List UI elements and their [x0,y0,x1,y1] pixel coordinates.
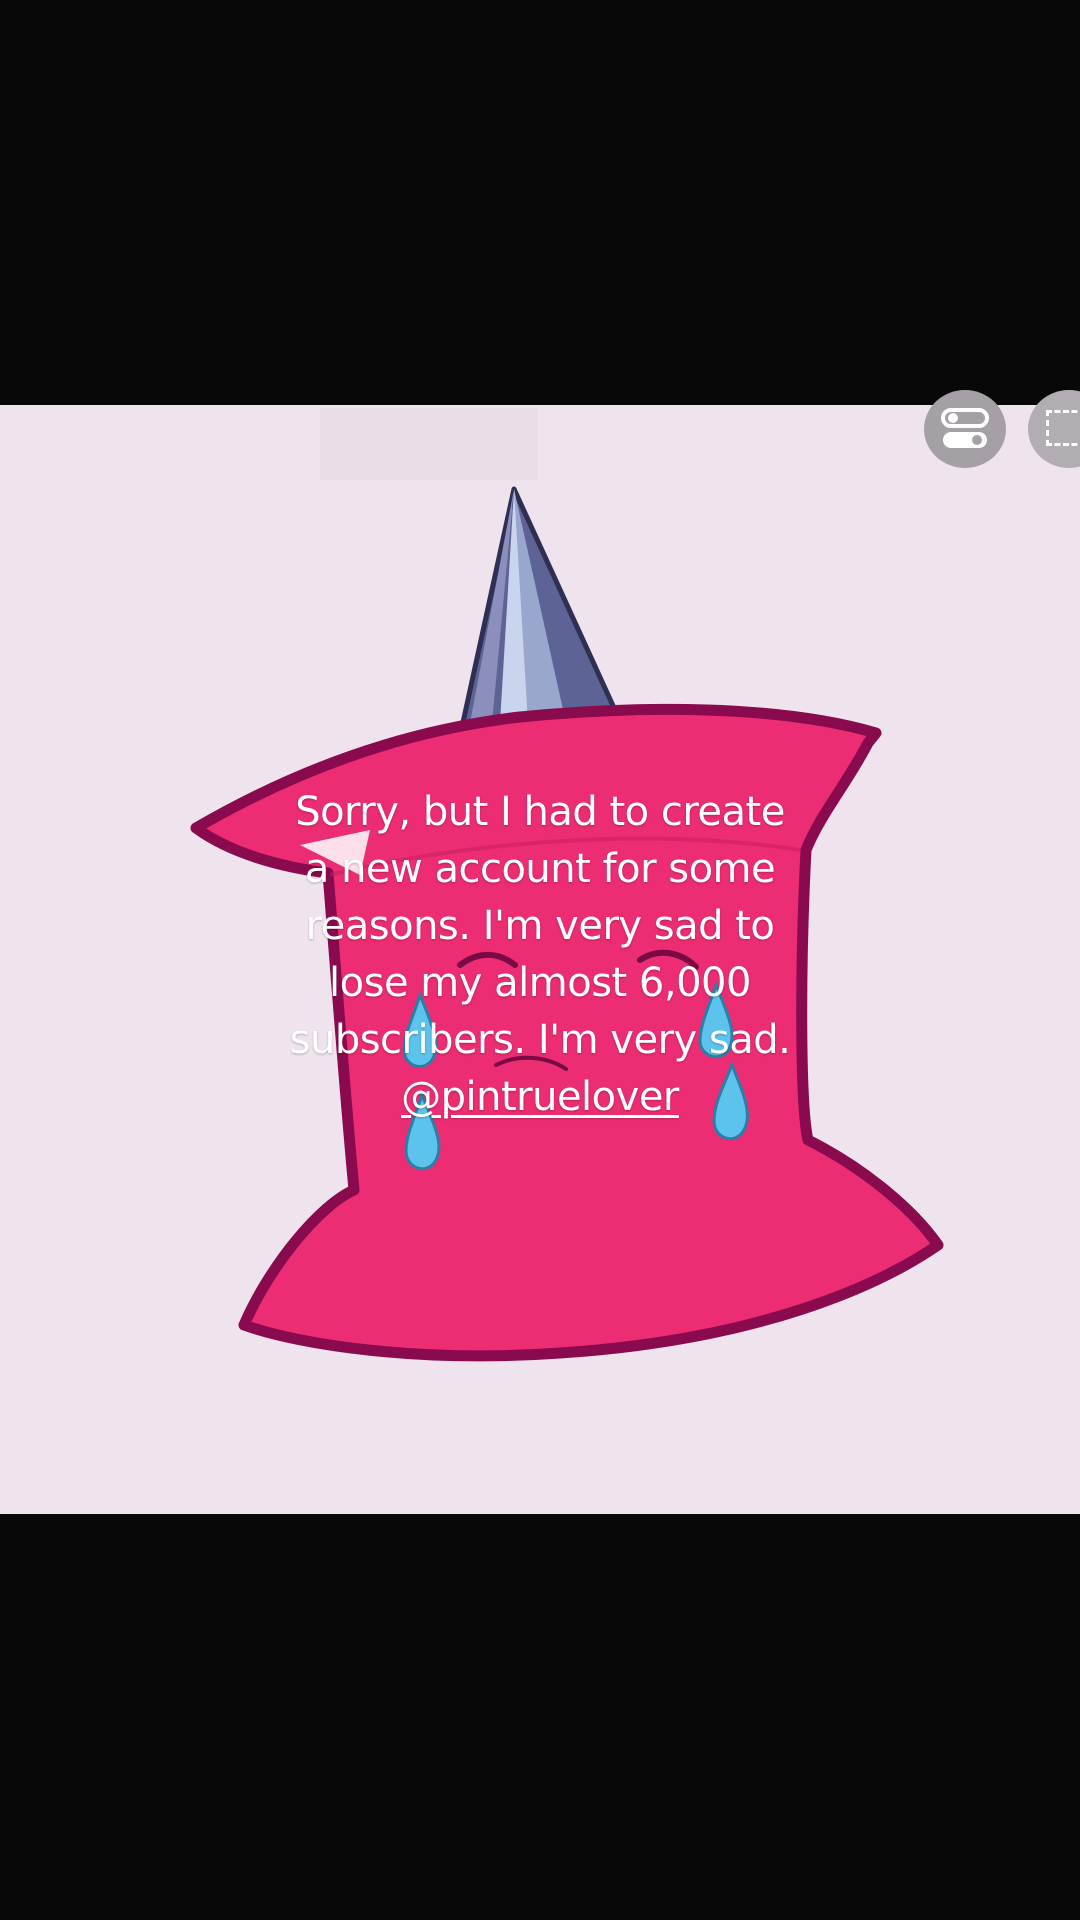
toggle-switch-icon [941,408,989,448]
bottom-letterbox [0,1514,1080,1920]
dashed-select-icon [1046,410,1080,446]
toggle-button[interactable] [924,390,1006,468]
caption-line: lose my almost 6,000 [329,960,751,1006]
mention-link[interactable]: @pintruelover [240,1069,840,1126]
video-caption: Sorry, but I had to create a new account… [240,784,840,1126]
top-letterbox [0,0,1080,405]
party-hat [459,486,623,730]
caption-line: reasons. I'm very sad to [305,903,775,949]
caption-line: subscribers. I'm very sad. [289,1017,791,1063]
caption-line: Sorry, but I had to create [295,789,785,835]
caption-line: a new account for some [304,846,776,892]
